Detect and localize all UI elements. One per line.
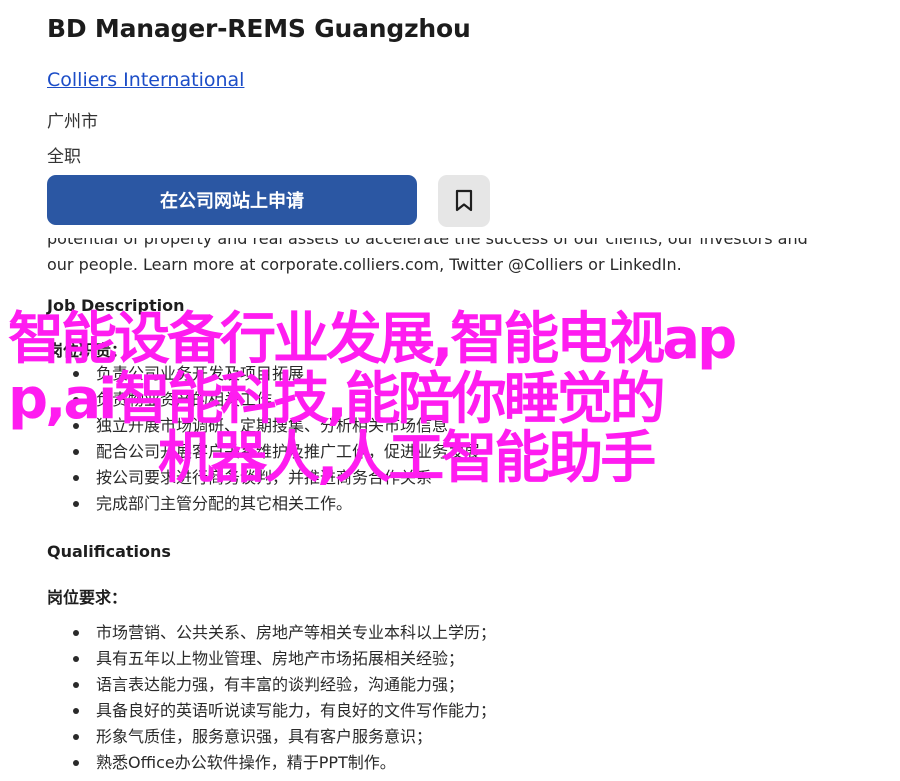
- list-item: 市场营销、公共关系、房地产等相关专业本科以上学历；: [70, 620, 496, 646]
- duties-heading: 岗位职责：: [47, 341, 128, 360]
- list-item: 按公司要求进行商务谈判，并推进商务合作关系: [70, 465, 480, 491]
- description-intro-line: potential of property and real assets to…: [47, 229, 808, 248]
- list-item: 具有五年以上物业管理、房地产市场拓展相关经验；: [70, 646, 496, 672]
- apply-on-company-site-button[interactable]: 在公司网站上申请: [47, 175, 417, 225]
- qualifications-heading: Qualifications: [47, 542, 171, 561]
- list-item: 语言表达能力强，有丰富的谈判经验，沟通能力强；: [70, 672, 496, 698]
- job-title: BD Manager-REMS Guangzhou: [47, 14, 471, 43]
- requirements-heading: 岗位要求：: [47, 588, 128, 607]
- job-type: 全职: [47, 147, 81, 167]
- list-item: 独立开展市场调研、定期搜集、分析相关市场信息: [70, 413, 480, 439]
- list-item: 负责物业资产的相关工作: [70, 387, 480, 413]
- list-item: 熟悉Office办公软件操作，精于PPT制作。: [70, 750, 496, 776]
- job-description-heading: Job Description: [47, 296, 185, 315]
- description-intro-line: our people. Learn more at corporate.coll…: [47, 255, 682, 274]
- duties-list: 负责公司业务开发及项目拓展 负责物业资产的相关工作 独立开展市场调研、定期搜集、…: [70, 361, 480, 517]
- bookmark-icon: [455, 189, 473, 212]
- save-job-button[interactable]: [438, 175, 490, 227]
- job-location: 广州市: [47, 112, 98, 132]
- list-item: 完成部门主管分配的其它相关工作。: [70, 491, 480, 517]
- requirements-list: 市场营销、公共关系、房地产等相关专业本科以上学历； 具有五年以上物业管理、房地产…: [70, 620, 496, 776]
- list-item: 具备良好的英语听说读写能力，有良好的文件写作能力；: [70, 698, 496, 724]
- list-item: 负责公司业务开发及项目拓展: [70, 361, 480, 387]
- list-item: 形象气质佳，服务意识强，具有客户服务意识；: [70, 724, 496, 750]
- company-link[interactable]: Colliers International: [47, 69, 244, 91]
- list-item: 配合公司开展客户关系维护及推广工作，促进业务发展: [70, 439, 480, 465]
